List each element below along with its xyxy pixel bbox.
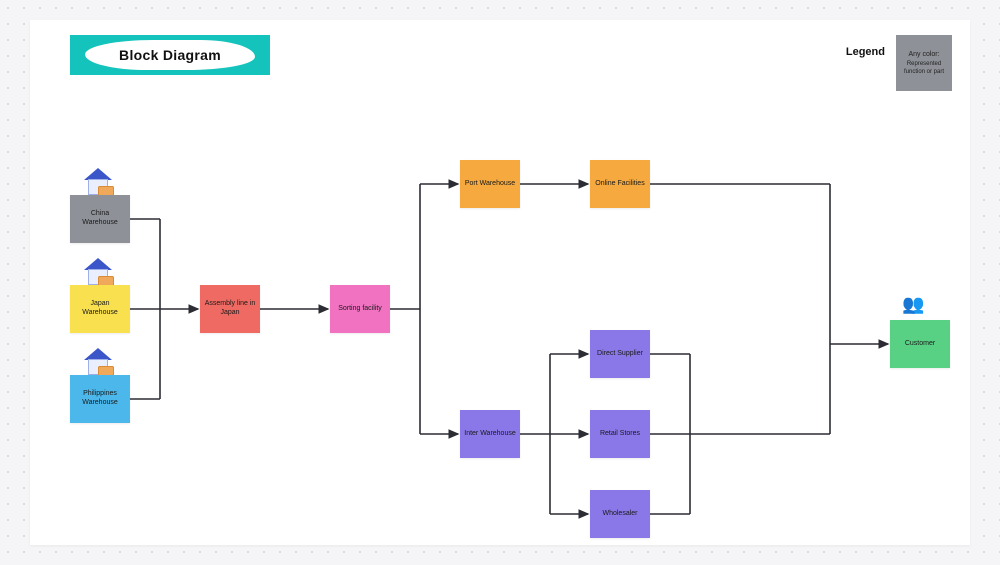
node-label: Retail Stores (600, 430, 640, 439)
node-assembly-line[interactable]: Assembly line in Japan (200, 285, 260, 333)
node-customer[interactable]: Customer (890, 320, 950, 368)
node-direct-supplier[interactable]: Direct Supplier (590, 330, 650, 378)
node-sorting-facility[interactable]: Sorting facility (330, 285, 390, 333)
node-label: Wholesaler (602, 510, 637, 519)
diagram-title: Block Diagram (119, 47, 221, 63)
people-icon: 👥 (902, 295, 924, 313)
node-wholesaler[interactable]: Wholesaler (590, 490, 650, 538)
node-philippines-warehouse[interactable]: Philippines Warehouse (70, 375, 130, 423)
node-label: Customer (905, 340, 935, 349)
node-label: Assembly line in Japan (203, 300, 257, 318)
legend-box-caption: Represented function or part (899, 61, 949, 77)
node-label: Philippines Warehouse (73, 390, 127, 408)
node-inter-warehouse[interactable]: Inter Warehouse (460, 410, 520, 458)
diagram-canvas: Block Diagram Legend Any color: Represen… (30, 20, 970, 545)
node-label: Sorting facility (338, 305, 382, 314)
title-banner: Block Diagram (70, 35, 270, 75)
node-label: China Warehouse (73, 210, 127, 228)
node-china-warehouse[interactable]: China Warehouse (70, 195, 130, 243)
node-port-warehouse[interactable]: Port Warehouse (460, 160, 520, 208)
connectors (30, 20, 970, 545)
legend-box-title: Any color: (908, 50, 939, 59)
node-label: Inter Warehouse (464, 430, 516, 439)
node-label: Online Facilities (595, 180, 644, 189)
node-japan-warehouse[interactable]: Japan Warehouse (70, 285, 130, 333)
node-retail-stores[interactable]: Retail Stores (590, 410, 650, 458)
legend-label: Legend (846, 46, 885, 58)
node-online-facilities[interactable]: Online Facilities (590, 160, 650, 208)
legend-box: Any color: Represented function or part (896, 35, 952, 91)
node-label: Port Warehouse (465, 180, 515, 189)
node-label: Direct Supplier (597, 350, 643, 359)
node-label: Japan Warehouse (73, 300, 127, 318)
